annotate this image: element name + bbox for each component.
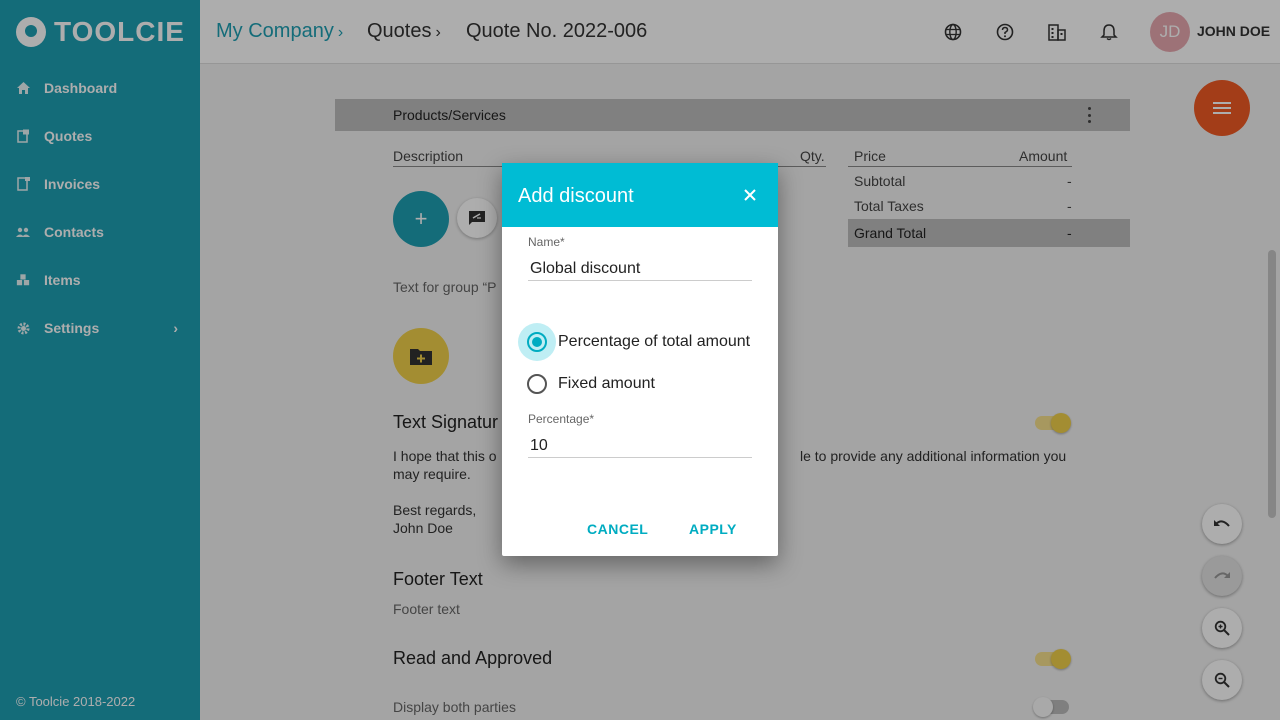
dialog-title: Add discount [518,185,634,207]
radio-checked-icon [527,332,547,352]
dialog-header: Add discount [502,163,778,227]
option-fixed-label: Fixed amount [558,375,655,392]
add-discount-dialog: Add discount Name* Percentage of total a… [502,163,778,556]
percentage-label: Percentage* [528,412,595,426]
radio-unchecked-icon [527,374,547,394]
option-fixed[interactable]: Fixed amount [518,365,655,403]
apply-button[interactable]: APPLY [689,521,737,537]
name-field[interactable] [528,257,752,281]
cancel-button[interactable]: CANCEL [587,521,648,537]
close-icon[interactable] [742,187,758,203]
option-percentage-label: Percentage of total amount [558,333,751,350]
option-percentage[interactable]: Percentage of total amount [518,323,750,361]
percentage-field[interactable] [528,434,752,458]
name-label: Name* [528,235,565,249]
